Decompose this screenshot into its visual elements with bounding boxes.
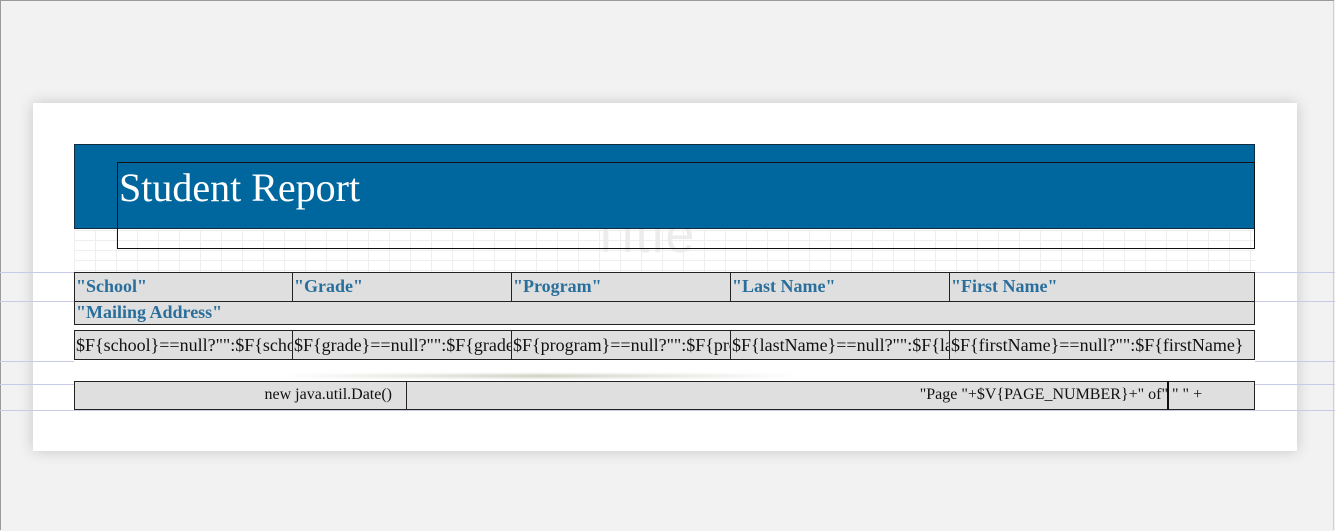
header-last-name[interactable]: "Last Name" [730,272,950,302]
footer-page-number-field[interactable]: "Page "+$V{PAGE_NUMBER}+" of" [600,381,1169,410]
detail-school-field[interactable]: $F{school}==null?"":$F{school} [74,330,293,360]
detail-program-field[interactable]: $F{program}==null?"":$F{program} [511,330,731,360]
column-footer-band [74,361,1255,381]
detail-first-name-field[interactable]: $F{firstName}==null?"":$F{firstName} [949,330,1255,360]
header-mailing-address[interactable]: "Mailing Address" [74,301,1255,325]
header-first-name[interactable]: "First Name" [949,272,1255,302]
header-grade[interactable]: "Grade" [292,272,512,302]
header-school[interactable]: "School" [74,272,293,302]
header-program[interactable]: "Program" [511,272,731,302]
detail-last-name-field[interactable]: $F{lastName}==null?"":$F{lastName} [730,330,950,360]
band-guide-line [0,410,1335,411]
report-title[interactable]: Student Report [119,164,360,212]
detail-grade-field[interactable]: $F{grade}==null?"":$F{grade} [292,330,512,360]
footer-page-total-field[interactable]: " " + [1167,381,1255,410]
band-separator-shadow [280,374,800,378]
footer-date-field[interactable]: new java.util.Date() [76,381,407,410]
